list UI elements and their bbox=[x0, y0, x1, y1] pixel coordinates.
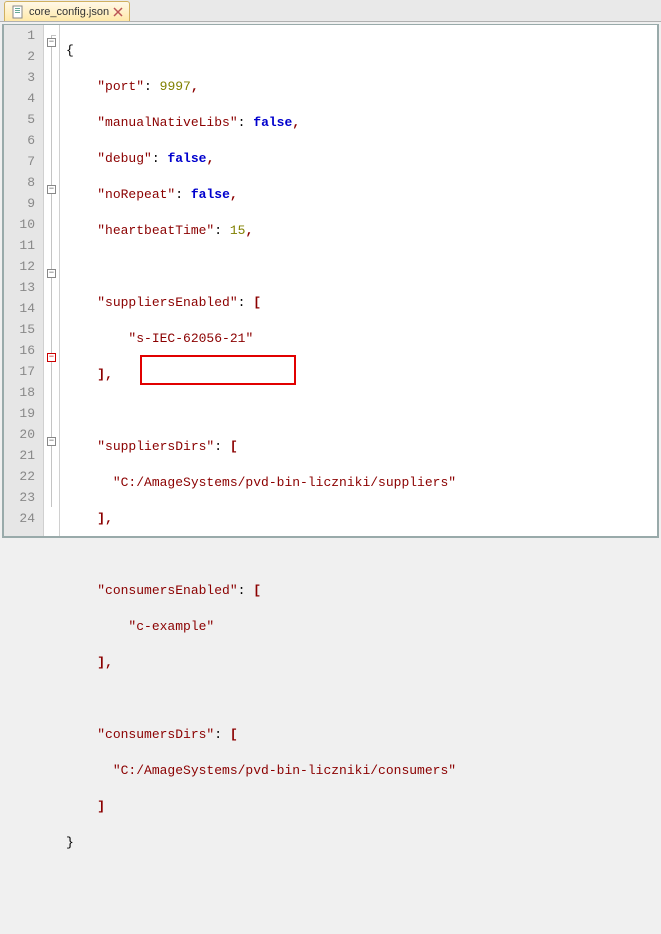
line-number: 24 bbox=[4, 508, 35, 529]
line-number: 4 bbox=[4, 88, 35, 109]
line-number: 1 bbox=[4, 25, 35, 46]
fold-toggle[interactable]: − bbox=[47, 353, 56, 362]
line-number: 8 bbox=[4, 172, 35, 193]
line-number: 10 bbox=[4, 214, 35, 235]
brace-open: { bbox=[66, 43, 74, 58]
tab-bar: core_config.json bbox=[0, 0, 661, 22]
line-number: 9 bbox=[4, 193, 35, 214]
fold-toggle[interactable]: − bbox=[47, 38, 56, 47]
line-number: 16 bbox=[4, 340, 35, 361]
line-number: 7 bbox=[4, 151, 35, 172]
fold-toggle[interactable]: − bbox=[47, 269, 56, 278]
line-number: 11 bbox=[4, 235, 35, 256]
line-number: 3 bbox=[4, 67, 35, 88]
line-number-gutter: 1 2 3 4 5 6 7 8 9 10 11 12 13 14 15 16 1… bbox=[4, 25, 44, 536]
editor[interactable]: 1 2 3 4 5 6 7 8 9 10 11 12 13 14 15 16 1… bbox=[2, 24, 659, 538]
line-number: 17 bbox=[4, 361, 35, 382]
fold-gutter: − − − − − bbox=[44, 25, 60, 536]
line-number: 18 bbox=[4, 382, 35, 403]
line-number: 15 bbox=[4, 319, 35, 340]
file-tab[interactable]: core_config.json bbox=[4, 1, 130, 21]
close-icon[interactable] bbox=[113, 7, 123, 17]
line-number: 14 bbox=[4, 298, 35, 319]
line-number: 13 bbox=[4, 277, 35, 298]
file-icon bbox=[11, 5, 25, 19]
line-number: 19 bbox=[4, 403, 35, 424]
fold-toggle[interactable]: − bbox=[47, 185, 56, 194]
line-number: 20 bbox=[4, 424, 35, 445]
line-number: 12 bbox=[4, 256, 35, 277]
line-number: 5 bbox=[4, 109, 35, 130]
line-number: 2 bbox=[4, 46, 35, 67]
code-area[interactable]: { "port": 9997, "manualNativeLibs": fals… bbox=[60, 25, 657, 536]
line-number: 22 bbox=[4, 466, 35, 487]
tab-filename: core_config.json bbox=[29, 6, 109, 18]
line-number: 21 bbox=[4, 445, 35, 466]
brace-close: } bbox=[66, 835, 74, 850]
line-number: 23 bbox=[4, 487, 35, 508]
line-number: 6 bbox=[4, 130, 35, 151]
fold-toggle[interactable]: − bbox=[47, 437, 56, 446]
